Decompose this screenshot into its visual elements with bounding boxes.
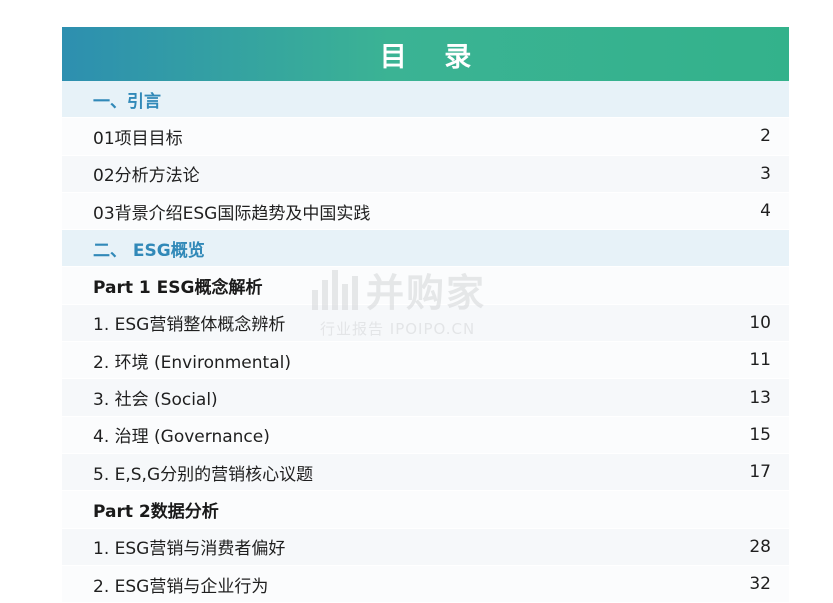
section-heading-intro[interactable]: 一、引言 xyxy=(62,81,789,119)
entry-label: 01项目目标 xyxy=(93,128,183,149)
entry-label: 02分析方法论 xyxy=(93,166,200,187)
entry-page: 15 xyxy=(749,424,771,445)
section-label: 一、引言 xyxy=(93,91,161,112)
entry-page: 17 xyxy=(749,462,771,483)
part-label: Part 1 ESG概念解析 xyxy=(93,278,263,299)
entry-page: 32 xyxy=(749,574,771,594)
toc-entry-environmental[interactable]: 2. 环境 (Environmental) 11 xyxy=(62,342,789,380)
entry-label: 2. 环境 (Environmental) xyxy=(93,352,291,373)
entry-label: 03背景介绍ESG国际趋势及中国实践 xyxy=(93,203,371,224)
toc-entry-project-goal[interactable]: 01项目目标 2 xyxy=(62,118,789,156)
entry-page: 13 xyxy=(749,387,771,408)
toc-title: 目 录 xyxy=(62,27,789,81)
toc-entry-corporate-behavior[interactable]: 2. ESG营销与企业行为 32 xyxy=(62,565,789,603)
part-heading-1[interactable]: Part 1 ESG概念解析 xyxy=(62,267,789,305)
entry-label: 1. ESG营销整体概念辨析 xyxy=(93,315,286,336)
toc-entry-social[interactable]: 3. 社会 (Social) 13 xyxy=(62,379,789,417)
toc-entry-methodology[interactable]: 02分析方法论 3 xyxy=(62,155,789,193)
toc-entry-esg-concept[interactable]: 1. ESG营销整体概念辨析 10 xyxy=(62,304,789,343)
entry-page: 2 xyxy=(760,126,771,147)
part-label: Part 2数据分析 xyxy=(93,501,219,522)
toc-entry-background[interactable]: 03背景介绍ESG国际趋势及中国实践 4 xyxy=(62,192,789,231)
section-heading-esg-overview[interactable]: 二、 ESG概览 xyxy=(62,230,789,268)
entry-label: 1. ESG营销与消费者偏好 xyxy=(93,539,286,560)
entry-page: 10 xyxy=(749,312,771,333)
toc-entry-esg-topics[interactable]: 5. E,S,G分别的营销核心议题 17 xyxy=(62,453,789,492)
entry-label: 4. 治理 (Governance) xyxy=(93,427,270,448)
entry-page: 4 xyxy=(760,201,771,222)
entry-label: 2. ESG营销与企业行为 xyxy=(93,576,269,597)
entry-page: 11 xyxy=(749,350,771,371)
section-label: 二、 ESG概览 xyxy=(93,240,205,261)
table-of-contents: 目 录 一、引言 01项目目标 2 02分析方法论 3 03背景介绍ESG国际趋… xyxy=(62,27,789,603)
part-heading-2[interactable]: Part 2数据分析 xyxy=(62,491,789,529)
toc-entry-consumer-preference[interactable]: 1. ESG营销与消费者偏好 28 xyxy=(62,528,789,566)
entry-page: 3 xyxy=(760,163,771,184)
entry-label: 5. E,S,G分别的营销核心议题 xyxy=(93,464,314,485)
entry-page: 28 xyxy=(749,536,771,557)
entry-label: 3. 社会 (Social) xyxy=(93,390,218,411)
toc-entry-governance[interactable]: 4. 治理 (Governance) 15 xyxy=(62,416,789,454)
